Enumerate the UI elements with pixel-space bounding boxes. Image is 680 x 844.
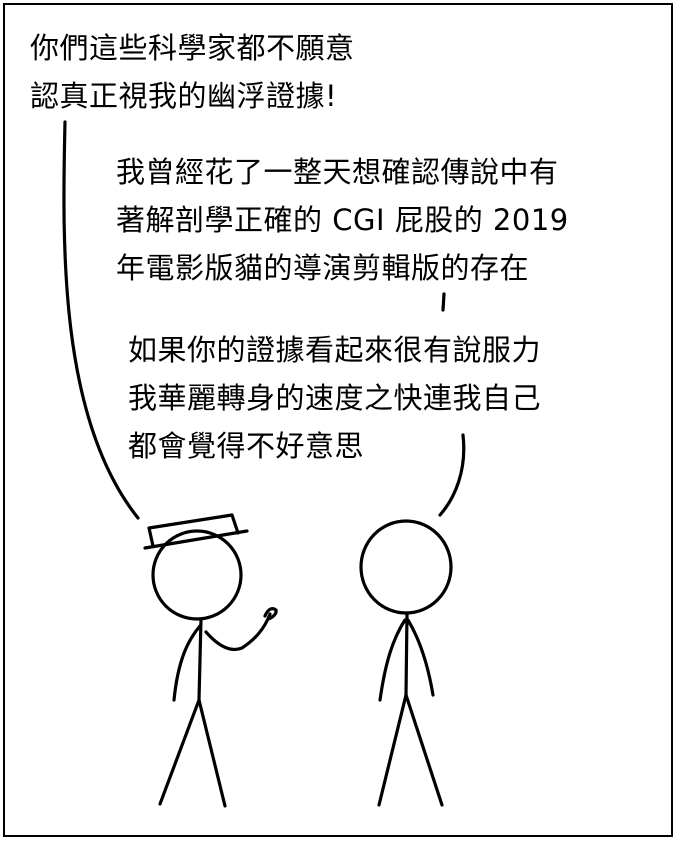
plain-guy-right-arm [406, 618, 435, 697]
plain-guy-right-leg [404, 693, 444, 807]
hat-guy-right-leg [197, 698, 227, 808]
plain-guy-body [404, 611, 409, 697]
plain-guy-figure [359, 519, 453, 807]
hat-guy-speech-tail [62, 120, 140, 520]
plain-guy-left-arm [378, 618, 407, 702]
comic-artwork [62, 120, 466, 808]
plain-guy-head [359, 519, 453, 615]
comic-panel: 你們這些科學家都不願意 認真正視我的幽浮證據! 我曾經花了一整天想確認傳說中有 … [0, 0, 680, 844]
hat-guy-body [197, 617, 203, 702]
plain-guy-speech-tail [438, 433, 466, 517]
hat-guy-figure [143, 513, 278, 808]
hat-guy-right-arm [204, 612, 272, 652]
plain-guy-speech-tail-gap [441, 292, 446, 312]
hat-guy-left-leg [158, 698, 201, 806]
plain-guy-left-leg [377, 693, 408, 807]
hat-guy-head [151, 529, 243, 621]
hat-guy-left-arm [172, 624, 202, 702]
